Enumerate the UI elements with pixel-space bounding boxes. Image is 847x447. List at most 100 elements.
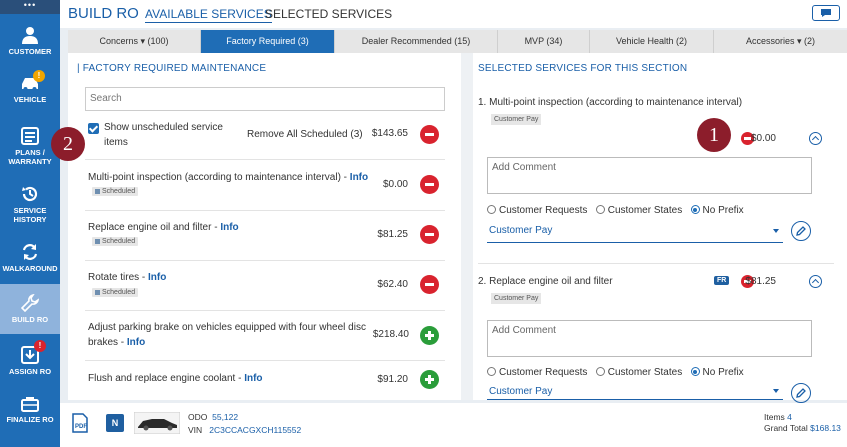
divider: [85, 310, 445, 311]
service-name: Rotate tires - Info: [88, 272, 167, 283]
sidebar-item-vehicle[interactable]: VEHICLE !: [0, 70, 60, 104]
info-link[interactable]: Info: [220, 222, 238, 233]
customer-pay-tag: Customer Pay: [491, 114, 542, 125]
left-panel-title: | FACTORY REQUIRED MAINTENANCE: [77, 63, 267, 74]
info-link[interactable]: Info: [244, 373, 262, 384]
edit-button[interactable]: [791, 221, 811, 241]
chat-button[interactable]: [812, 5, 840, 21]
divider: [85, 360, 445, 361]
service-price: $91.20: [377, 374, 408, 385]
remove-all-button[interactable]: [420, 125, 439, 144]
scheduled-tag: Scheduled: [92, 187, 139, 196]
sidebar-item-build-ro[interactable]: BUILD RO: [0, 284, 60, 334]
remove-service-button[interactable]: [420, 225, 439, 244]
sidebar-item-walkaround[interactable]: WALKAROUND: [0, 243, 60, 273]
add-service-button[interactable]: [420, 370, 439, 389]
tab-selected-services[interactable]: SELECTED SERVICES: [265, 7, 392, 21]
selected-service-price: $81.25: [745, 276, 776, 287]
scheduled-tag: Scheduled: [92, 237, 139, 246]
sidebar-item-label: FINALIZE RO: [6, 415, 54, 424]
remove-service-button[interactable]: [420, 175, 439, 194]
radio-customer-states[interactable]: [595, 367, 605, 376]
sidebar: ••• CUSTOMER VEHICLE ! PLANS / WARRANTY …: [0, 0, 60, 447]
sidebar-item-assign-ro[interactable]: ASSIGN RO !: [0, 340, 60, 376]
n-badge[interactable]: N: [106, 414, 124, 432]
scheduled-tag: Scheduled: [92, 288, 139, 297]
collapse-chevron-icon[interactable]: [809, 275, 822, 288]
list-icon: [21, 127, 39, 145]
radio-no-prefix[interactable]: [690, 367, 700, 376]
service-name: Flush and replace engine coolant - Info: [88, 373, 263, 384]
service-price: $81.25: [377, 229, 408, 240]
tab-dealer-recommended[interactable]: Dealer Recommended (15): [335, 30, 498, 53]
selected-service-title: 2. Replace engine oil and filter: [478, 276, 613, 287]
wrench-icon: [21, 294, 39, 312]
chevron-down-icon: [773, 229, 779, 233]
pay-type-select[interactable]: Customer Pay: [487, 381, 783, 400]
alert-badge: !: [34, 340, 46, 352]
divider: [85, 159, 445, 160]
selected-service-title: 1. Multi-point inspection (according to …: [478, 97, 743, 108]
service-price: $62.40: [377, 279, 408, 290]
service-name: Adjust parking brake on vehicles equippe…: [88, 322, 366, 348]
footer-bar: PDF N ODO 55,122 VIN 2C3CCACGXCH115552 I…: [60, 403, 847, 447]
radio-no-prefix[interactable]: [690, 205, 700, 214]
radio-customer-requests[interactable]: [487, 367, 496, 376]
tab-vehicle-health[interactable]: Vehicle Health (2): [590, 30, 714, 53]
collapse-chevron-icon[interactable]: [809, 132, 822, 145]
service-price: $218.40: [372, 329, 409, 340]
service-price: $0.00: [382, 179, 408, 190]
radio-customer-requests[interactable]: [487, 205, 496, 214]
warning-badge: !: [33, 70, 45, 82]
radio-customer-states[interactable]: [595, 205, 605, 214]
main-content: | FACTORY REQUIRED MAINTENANCE Search Sh…: [51, 53, 847, 403]
pencil-icon: [796, 388, 806, 398]
sidebar-item-label: WALKAROUND: [2, 264, 58, 273]
service-name: Replace engine oil and filter - Info: [88, 222, 239, 233]
show-unscheduled-label: Show unscheduled service items: [104, 122, 223, 148]
add-service-button[interactable]: [420, 326, 439, 345]
remove-service-button[interactable]: [420, 275, 439, 294]
callout-marker-2: 2: [51, 127, 85, 161]
odometer: ODO 55,122: [188, 412, 239, 422]
sidebar-item-label: ASSIGN RO: [8, 367, 52, 376]
sidebar-item-label: VEHICLE: [13, 95, 47, 104]
vin: VIN 2C3CCACGXCH115552: [188, 425, 302, 435]
edit-button[interactable]: [791, 383, 811, 403]
sidebar-item-customer[interactable]: CUSTOMER: [0, 26, 60, 56]
tab-accessories[interactable]: Accessories ▾ (2): [714, 30, 847, 53]
tab-mvp[interactable]: MVP (34): [498, 30, 590, 53]
selected-service-price: $0.00: [750, 133, 776, 144]
sidebar-item-label: BUILD RO: [11, 315, 49, 324]
tab-factory-required[interactable]: Factory Required (3): [201, 30, 335, 53]
briefcase-icon: [21, 397, 39, 412]
pdf-icon[interactable]: PDF: [72, 413, 88, 433]
tab-concerns[interactable]: Concerns ▾ (100): [68, 30, 201, 53]
tab-available-services[interactable]: AVAILABLE SERVICES: [145, 7, 272, 23]
comment-textarea[interactable]: Add Comment: [487, 320, 812, 357]
sidebar-item-label: CUSTOMER: [8, 47, 52, 56]
search-input[interactable]: Search: [85, 87, 445, 111]
info-link[interactable]: Info: [127, 337, 145, 348]
page-title: BUILD RO: [68, 5, 139, 22]
sidebar-menu-dots[interactable]: •••: [0, 0, 60, 14]
sidebar-item-service-history[interactable]: SERVICE HISTORY: [0, 185, 60, 224]
refresh-icon: [22, 244, 38, 260]
items-count: Items 4: [764, 412, 792, 422]
chat-icon: [821, 9, 831, 17]
customer-pay-tag: Customer Pay: [491, 293, 542, 304]
remove-all-scheduled-link[interactable]: Remove All Scheduled (3): [247, 127, 363, 142]
sidebar-item-label: PLANS / WARRANTY: [8, 148, 52, 166]
grand-total: Grand Total $168.13: [764, 423, 841, 433]
pay-type-select[interactable]: Customer Pay: [487, 219, 783, 243]
sidebar-item-finalize-ro[interactable]: FINALIZE RO: [0, 396, 60, 424]
divider: [85, 260, 445, 261]
vehicle-thumbnail: [134, 412, 180, 434]
chevron-down-icon: [773, 389, 779, 393]
prefix-radio-group: Customer Requests Customer States No Pre…: [487, 367, 744, 378]
info-link[interactable]: Info: [148, 272, 166, 283]
show-unscheduled-checkbox[interactable]: [88, 123, 99, 134]
category-tabs: Concerns ▾ (100) Factory Required (3) De…: [68, 30, 847, 53]
sidebar-item-label: SERVICE HISTORY: [13, 206, 47, 224]
comment-textarea[interactable]: Add Comment: [487, 157, 812, 194]
